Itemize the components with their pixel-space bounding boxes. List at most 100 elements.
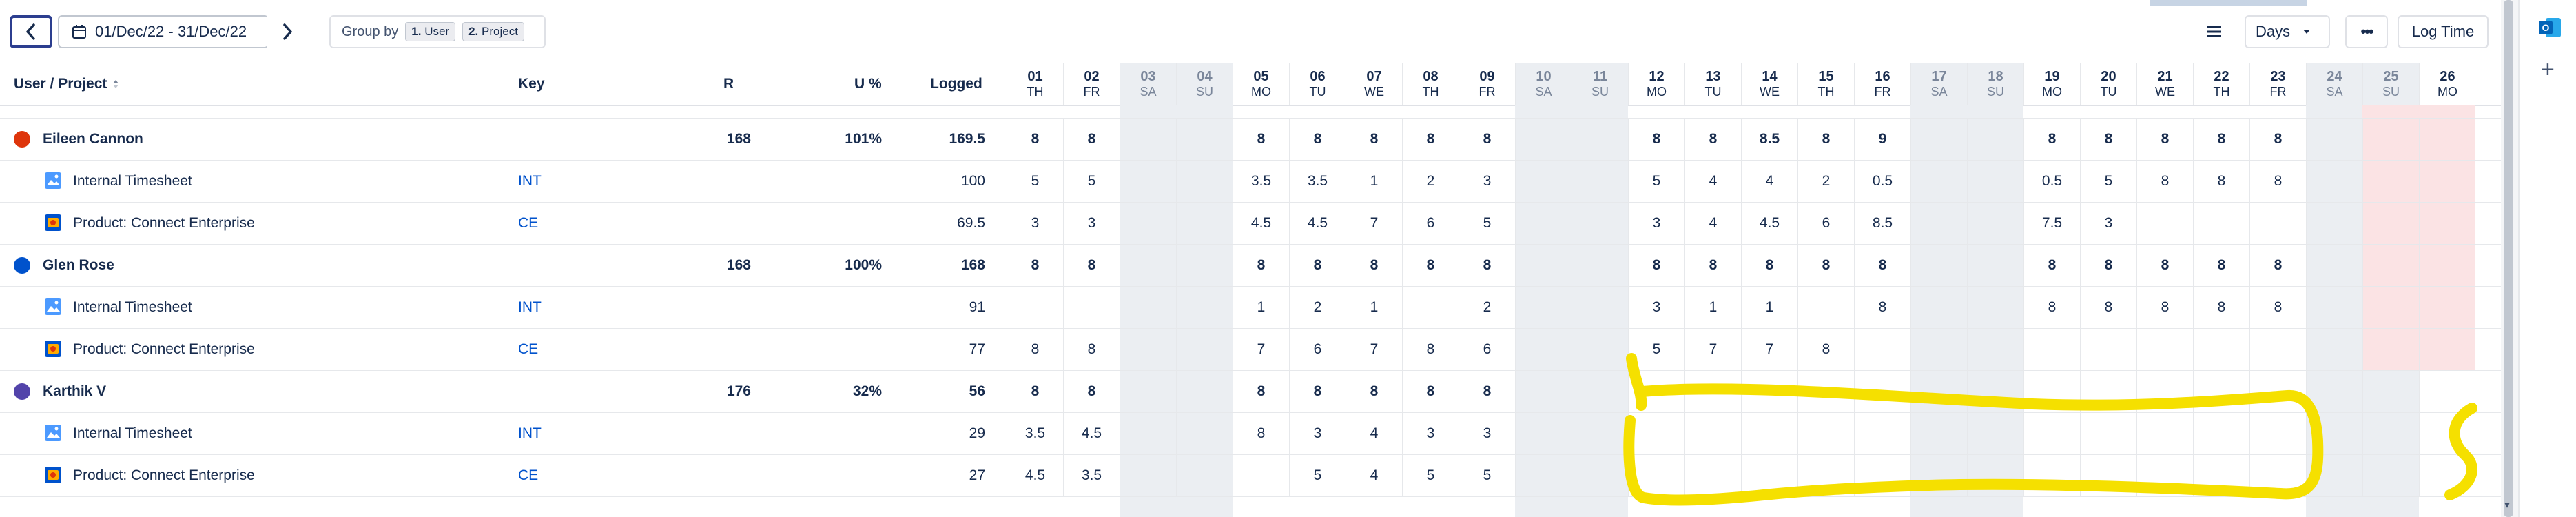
- day-cell[interactable]: [1910, 455, 1967, 496]
- day-cell[interactable]: 3: [1289, 413, 1346, 454]
- day-cell[interactable]: [1176, 245, 1233, 286]
- day-cell[interactable]: 8: [1402, 119, 1459, 160]
- day-cell[interactable]: [2419, 245, 2475, 286]
- day-cell[interactable]: [1910, 371, 1967, 412]
- day-cell[interactable]: [1120, 119, 1176, 160]
- day-cell[interactable]: 8: [1684, 245, 1741, 286]
- project-row[interactable]: Internal Timesheet INT 29 3.5 4.5 8 3 4 3 3: [0, 413, 2501, 455]
- day-cell[interactable]: [1967, 455, 2023, 496]
- scrollbar-thumb[interactable]: [2504, 0, 2513, 517]
- day-cell[interactable]: [1176, 203, 1233, 244]
- day-cell[interactable]: 3.5: [1063, 455, 1120, 496]
- day-cell[interactable]: [1967, 245, 2023, 286]
- day-cell[interactable]: 8: [1797, 329, 1854, 370]
- day-cell[interactable]: 6: [1289, 329, 1346, 370]
- day-cell[interactable]: [1741, 371, 1797, 412]
- project-row[interactable]: Product: Connect Enterprise CE 77 8 8 7 6 7 8 6 5 7…: [0, 329, 2501, 371]
- day-cell[interactable]: [2080, 413, 2136, 454]
- day-cell[interactable]: [1967, 161, 2023, 202]
- day-cell[interactable]: 5: [1007, 161, 1063, 202]
- day-cell[interactable]: 6: [1797, 203, 1854, 244]
- day-cell[interactable]: 8: [1007, 371, 1063, 412]
- day-cell[interactable]: [1797, 455, 1854, 496]
- user-name[interactable]: Karthik V: [43, 371, 106, 412]
- day-cell[interactable]: 8.5: [1854, 203, 1910, 244]
- day-cell[interactable]: [1854, 455, 1910, 496]
- column-header-user-project[interactable]: User / Project: [14, 63, 119, 105]
- day-cell[interactable]: 4.5: [1063, 413, 1120, 454]
- user-row[interactable]: Eileen Cannon 168 101% 169.5 8 8 8 8 8 8 8 8 8 8.5 8 9 8…: [0, 119, 2501, 161]
- project-key-link[interactable]: INT: [518, 161, 542, 202]
- day-cell[interactable]: [2362, 161, 2419, 202]
- day-cell[interactable]: 5: [1063, 161, 1120, 202]
- day-cell[interactable]: [1120, 371, 1176, 412]
- day-cell[interactable]: [1176, 371, 1233, 412]
- day-cell[interactable]: [2362, 287, 2419, 328]
- day-cell[interactable]: [1515, 245, 1572, 286]
- day-cell[interactable]: [1967, 287, 2023, 328]
- day-cell[interactable]: [1120, 455, 1176, 496]
- day-cell[interactable]: 4.5: [1007, 455, 1063, 496]
- day-cell[interactable]: 8: [1346, 245, 1402, 286]
- day-cell[interactable]: [2023, 455, 2080, 496]
- day-cell[interactable]: 9: [1854, 119, 1910, 160]
- day-cell[interactable]: [2362, 371, 2419, 412]
- day-cell[interactable]: 8: [1063, 245, 1120, 286]
- day-cell[interactable]: [2136, 329, 2193, 370]
- day-cell[interactable]: [1572, 119, 1628, 160]
- group-chip-project[interactable]: 2. Project: [462, 22, 524, 41]
- day-cell[interactable]: 8: [1233, 413, 1289, 454]
- day-cell[interactable]: 5: [1459, 455, 1515, 496]
- day-cell[interactable]: [2306, 161, 2362, 202]
- day-cell[interactable]: 1: [1233, 287, 1289, 328]
- day-cell[interactable]: [1910, 119, 1967, 160]
- day-cell[interactable]: [1515, 287, 1572, 328]
- group-chip-user[interactable]: 1. User: [405, 22, 456, 41]
- day-cell[interactable]: 8: [1402, 245, 1459, 286]
- day-cell[interactable]: [1854, 413, 1910, 454]
- day-cell[interactable]: [2249, 203, 2306, 244]
- day-cell[interactable]: 8: [2136, 161, 2193, 202]
- day-cell[interactable]: [2193, 203, 2249, 244]
- day-cell[interactable]: [1910, 329, 1967, 370]
- day-cell[interactable]: 4.5: [1233, 203, 1289, 244]
- day-cell[interactable]: 3: [1628, 203, 1684, 244]
- day-cell[interactable]: [1572, 287, 1628, 328]
- day-cell[interactable]: 8: [1063, 371, 1120, 412]
- day-cell[interactable]: 7: [1346, 203, 1402, 244]
- day-cell[interactable]: [1572, 203, 1628, 244]
- day-cell[interactable]: [2306, 287, 2362, 328]
- log-time-button[interactable]: Log Time: [2398, 15, 2489, 48]
- day-cell[interactable]: [1628, 455, 1684, 496]
- day-cell[interactable]: [1572, 329, 1628, 370]
- day-cell[interactable]: 2: [1797, 161, 1854, 202]
- day-cell[interactable]: 8: [1628, 119, 1684, 160]
- day-cell[interactable]: [2306, 413, 2362, 454]
- project-row[interactable]: Internal Timesheet INT 100 5 5 3.5 3.5 1 2 3 5 4 4 2 0…: [0, 161, 2501, 203]
- day-cell[interactable]: [1572, 455, 1628, 496]
- day-cell[interactable]: [2249, 329, 2306, 370]
- day-cell[interactable]: 7.5: [2023, 203, 2080, 244]
- day-cell[interactable]: 8: [2080, 287, 2136, 328]
- day-cell[interactable]: 4.5: [1741, 203, 1797, 244]
- user-row[interactable]: Glen Rose 168 100% 168 8 8 8 8 8 8 8 8 8 8 8 8 8 8 8 8 8: [0, 245, 2501, 287]
- project-name[interactable]: Product: Connect Enterprise: [73, 329, 255, 370]
- day-cell[interactable]: [1910, 413, 1967, 454]
- day-cell[interactable]: [2419, 413, 2475, 454]
- day-cell[interactable]: 8: [1233, 119, 1289, 160]
- project-key-link[interactable]: CE: [518, 455, 538, 496]
- day-cell[interactable]: [1572, 161, 1628, 202]
- project-row[interactable]: Product: Connect Enterprise CE 69.5 3 3 4.5 4.…: [0, 203, 2501, 245]
- column-header-key[interactable]: Key: [518, 63, 545, 105]
- day-cell[interactable]: [2419, 287, 2475, 328]
- next-period-button[interactable]: [266, 15, 309, 48]
- day-cell[interactable]: [2136, 455, 2193, 496]
- day-cell[interactable]: [2249, 455, 2306, 496]
- day-cell[interactable]: 6: [1459, 329, 1515, 370]
- project-name[interactable]: Internal Timesheet: [73, 413, 192, 454]
- day-cell[interactable]: [1628, 413, 1684, 454]
- day-cell[interactable]: [1176, 161, 1233, 202]
- day-cell[interactable]: [2362, 329, 2419, 370]
- scroll-down-arrow[interactable]: ▾: [2501, 499, 2513, 514]
- day-cell[interactable]: [1741, 413, 1797, 454]
